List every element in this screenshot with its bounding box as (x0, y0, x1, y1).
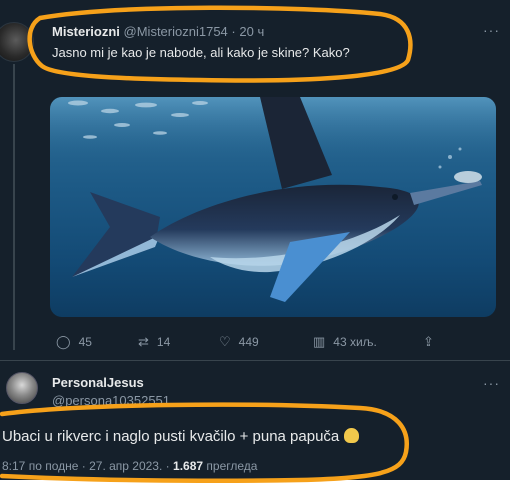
screenshot-frame: Misteriozni @Misteriozni1754 · 20 ч ··· … (0, 0, 510, 480)
retweet-button[interactable]: ⇄ 14 (138, 334, 170, 350)
reply-views-label: прегледа (206, 459, 258, 473)
reply-date[interactable]: 27. апр 2023. (89, 459, 162, 473)
tweet-image[interactable] (50, 97, 496, 317)
view-count: 43 хиљ. (333, 335, 377, 349)
marlin-illustration (50, 97, 496, 302)
share-button[interactable]: ⇪ (423, 334, 442, 350)
heart-icon: ♡ (219, 334, 231, 349)
like-button[interactable]: ♡ 449 (219, 334, 259, 350)
analytics-icon: ▥ (313, 334, 326, 349)
reply-button[interactable]: ◯ 45 (56, 334, 92, 350)
reply-author-handle[interactable]: @persona10352551 (52, 393, 170, 408)
reply-avatar[interactable] (6, 372, 38, 404)
divider (0, 360, 510, 361)
thread-line (13, 64, 15, 350)
tweet-header: Misteriozni @Misteriozni1754 · 20 ч (52, 24, 264, 39)
reply-views-count: 1.687 (173, 459, 204, 473)
tweet-actions: ◯ 45 ⇄ 14 ♡ 449 ▥ 43 хиљ. ⇪ (0, 334, 510, 352)
retweet-icon: ⇄ (138, 334, 149, 349)
reply-text: Ubaci u rikverc i naglo pusti kvačilo + … (2, 428, 340, 445)
share-icon: ⇪ (423, 334, 434, 349)
dot-separator: · (231, 24, 236, 39)
retweet-count: 14 (156, 335, 171, 349)
person-icon (344, 428, 360, 443)
reply-count: 45 (78, 335, 92, 349)
reply-text-row: Ubaci u rikverc i naglo pusti kvačilo + … (2, 428, 360, 445)
tweet-time[interactable]: 20 ч (239, 24, 264, 39)
reply-more-options-icon[interactable]: ··· (483, 375, 500, 391)
more-options-icon[interactable]: ··· (483, 22, 500, 38)
reply-icon: ◯ (56, 334, 71, 349)
author-name[interactable]: Misteriozni (52, 24, 120, 39)
reply-author-name[interactable]: PersonalJesus (52, 375, 144, 390)
like-count: 449 (238, 335, 259, 349)
reply-meta: 8:17 по подне · 27. апр 2023. · 1.687 пр… (2, 459, 258, 473)
avatar[interactable] (0, 22, 34, 62)
reply-time[interactable]: 8:17 по подне (2, 459, 78, 473)
author-handle[interactable]: @Misteriozni1754 (124, 24, 228, 39)
tweet-text: Jasno mi je kao je nabode, ali kako je s… (52, 45, 350, 60)
views-button[interactable]: ▥ 43 хиљ. (313, 334, 377, 350)
